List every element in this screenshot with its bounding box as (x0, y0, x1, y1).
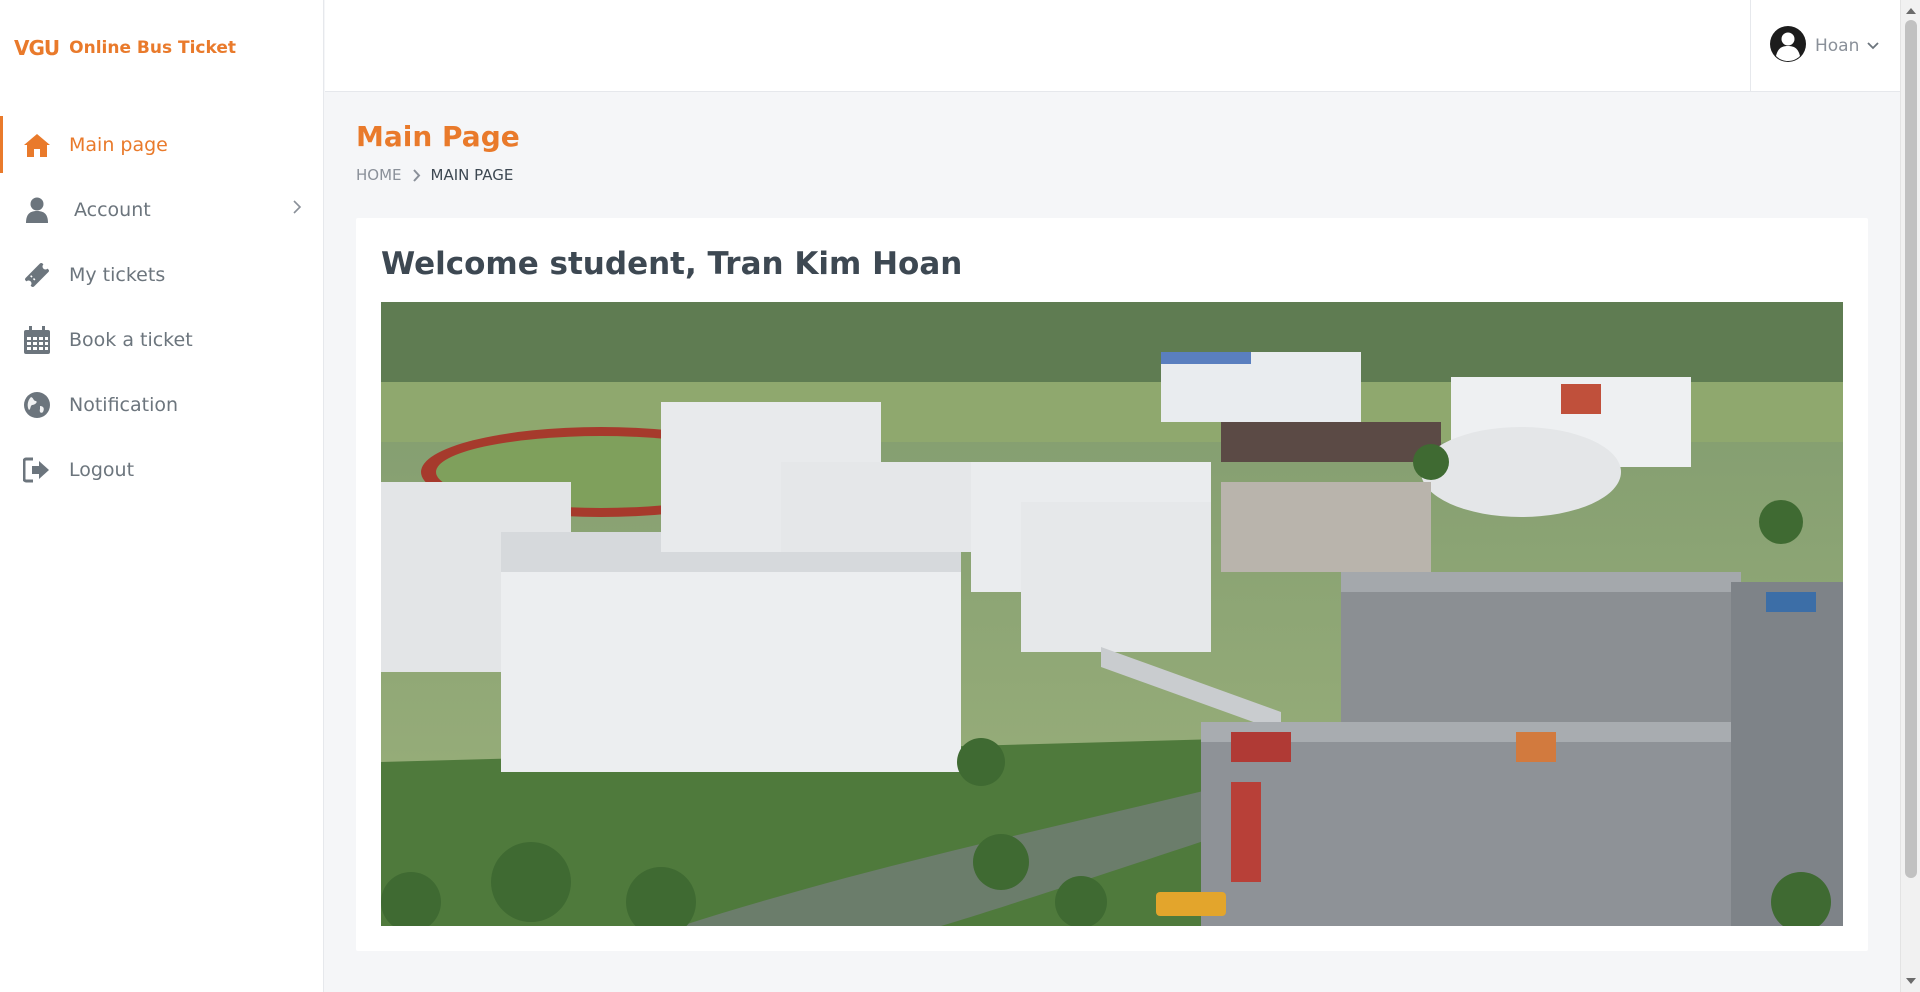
home-icon (22, 130, 52, 160)
user-menu-button[interactable]: Hoan (1750, 0, 1900, 92)
app-title: Online Bus Ticket (69, 38, 237, 58)
sidebar-item-label: Logout (69, 458, 135, 481)
breadcrumb: HOME MAIN PAGE (356, 166, 513, 184)
top-bar: Hoan (325, 0, 1900, 92)
chevron-down-icon (1867, 42, 1880, 50)
sidebar-nav: Main page Account My tickets Book a tick… (0, 112, 324, 502)
sidebar-item-label: My tickets (69, 263, 166, 286)
sidebar-item-label: Main page (69, 133, 168, 156)
user-circle-icon (1769, 25, 1807, 67)
sidebar-item-label: Book a ticket (69, 328, 193, 351)
calendar-icon (22, 325, 52, 355)
scroll-thumb[interactable] (1905, 20, 1917, 878)
user-icon (22, 195, 52, 225)
chevron-right-icon (412, 168, 421, 182)
sidebar-item-main-page[interactable]: Main page (0, 112, 324, 177)
sidebar-item-label: Account (74, 198, 151, 221)
sidebar-item-notification[interactable]: Notification (0, 372, 324, 437)
welcome-card: Welcome student, Tran Kim Hoan (356, 218, 1868, 951)
scroll-down-arrow-icon[interactable] (1906, 978, 1916, 984)
scroll-up-arrow-icon[interactable] (1906, 8, 1916, 14)
ticket-icon (22, 260, 52, 290)
breadcrumb-home[interactable]: HOME (356, 166, 402, 184)
sidebar-item-logout[interactable]: Logout (0, 437, 324, 502)
welcome-heading: Welcome student, Tran Kim Hoan (381, 246, 963, 282)
sidebar-item-label: Notification (69, 393, 179, 416)
breadcrumb-current: MAIN PAGE (430, 166, 514, 184)
sidebar: VGU Online Bus Ticket Main page Account … (0, 0, 324, 992)
chevron-right-icon (292, 199, 302, 219)
user-name: Hoan (1815, 36, 1860, 56)
page-title: Main Page (356, 120, 520, 153)
sidebar-item-book-ticket[interactable]: Book a ticket (0, 307, 324, 372)
vgu-logo-mark: VGU (14, 36, 60, 60)
sidebar-item-account[interactable]: Account (0, 177, 324, 242)
campus-photo (381, 302, 1843, 926)
sidebar-item-my-tickets[interactable]: My tickets (0, 242, 324, 307)
app-logo[interactable]: VGU Online Bus Ticket (14, 36, 236, 60)
globe-icon (22, 390, 52, 420)
vertical-scrollbar[interactable] (1900, 0, 1920, 992)
logout-icon (22, 455, 52, 485)
